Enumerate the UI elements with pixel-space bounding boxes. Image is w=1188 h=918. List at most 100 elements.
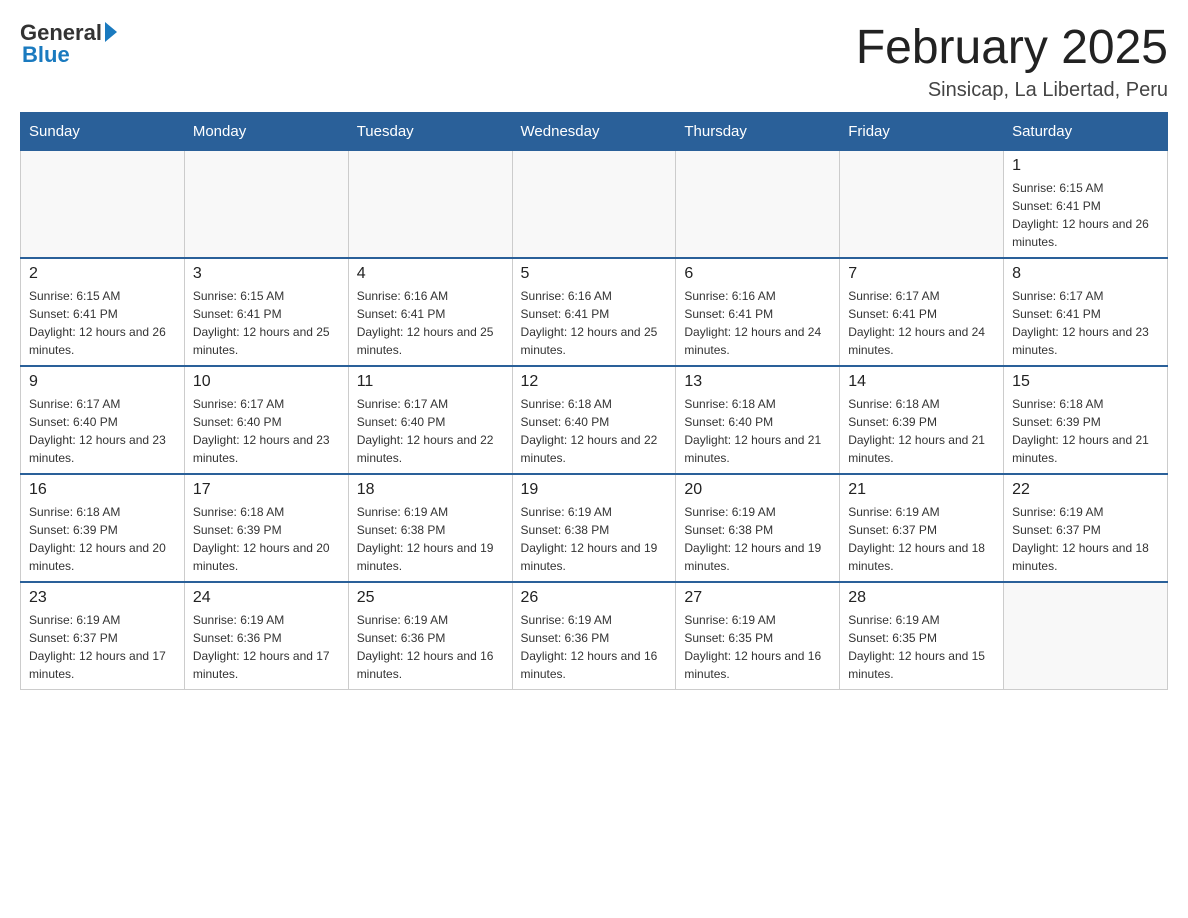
col-friday: Friday: [840, 113, 1004, 151]
day-number: 13: [684, 373, 831, 391]
day-number: 26: [521, 589, 668, 607]
day-info: Sunrise: 6:19 AMSunset: 6:36 PMDaylight:…: [193, 611, 340, 683]
day-info: Sunrise: 6:17 AMSunset: 6:40 PMDaylight:…: [29, 395, 176, 467]
day-number: 9: [29, 373, 176, 391]
table-row: 3 Sunrise: 6:15 AMSunset: 6:41 PMDaylight…: [184, 258, 348, 366]
day-info: Sunrise: 6:19 AMSunset: 6:36 PMDaylight:…: [357, 611, 504, 683]
calendar-table: Sunday Monday Tuesday Wednesday Thursday…: [20, 112, 1168, 690]
day-number: 15: [1012, 373, 1159, 391]
calendar-week-row: 9 Sunrise: 6:17 AMSunset: 6:40 PMDaylight…: [21, 366, 1168, 474]
table-row: 9 Sunrise: 6:17 AMSunset: 6:40 PMDaylight…: [21, 366, 185, 474]
table-row: 17Sunrise: 6:18 AMSunset: 6:39 PMDayligh…: [184, 474, 348, 582]
day-info: Sunrise: 6:19 AMSunset: 6:37 PMDaylight:…: [848, 503, 995, 575]
table-row: 26 Sunrise: 6:19 AMSunset: 6:36 PMDayligh…: [512, 582, 676, 690]
page-header: General Blue February 2025 Sinsicap, La …: [20, 20, 1168, 102]
day-number: 22: [1012, 481, 1159, 499]
day-info: Sunrise: 6:19 AMSunset: 6:38 PMDaylight:…: [684, 503, 831, 575]
day-info: Sunrise: 6:18 AMSunset: 6:40 PMDaylight:…: [521, 395, 668, 467]
calendar-week-row: 2 Sunrise: 6:15 AMSunset: 6:41 PMDaylight…: [21, 258, 1168, 366]
table-row: 10 Sunrise: 6:17 AMSunset: 6:40 PMDayligh…: [184, 366, 348, 474]
day-info: Sunrise: 6:19 AMSunset: 6:35 PMDaylight:…: [848, 611, 995, 683]
day-number: 2: [29, 265, 176, 283]
day-number: 8: [1012, 265, 1159, 283]
day-info: Sunrise: 6:19 AMSunset: 6:37 PMDaylight:…: [29, 611, 176, 683]
col-saturday: Saturday: [1004, 113, 1168, 151]
table-row: 12 Sunrise: 6:18 AMSunset: 6:40 PMDayligh…: [512, 366, 676, 474]
day-number: 20: [684, 481, 831, 499]
day-number: 21: [848, 481, 995, 499]
day-info: Sunrise: 6:19 AMSunset: 6:38 PMDaylight:…: [521, 503, 668, 575]
day-info: Sunrise: 6:15 AMSunset: 6:41 PMDaylight:…: [1012, 179, 1159, 251]
day-info: Sunrise: 6:18 AMSunset: 6:39 PMDaylight:…: [848, 395, 995, 467]
calendar-week-row: 16Sunrise: 6:18 AMSunset: 6:39 PMDayligh…: [21, 474, 1168, 582]
location-subtitle: Sinsicap, La Libertad, Peru: [856, 79, 1168, 102]
table-row: 5 Sunrise: 6:16 AMSunset: 6:41 PMDaylight…: [512, 258, 676, 366]
table-row: 15 Sunrise: 6:18 AMSunset: 6:39 PMDayligh…: [1004, 366, 1168, 474]
table-row: 27 Sunrise: 6:19 AMSunset: 6:35 PMDayligh…: [676, 582, 840, 690]
col-wednesday: Wednesday: [512, 113, 676, 151]
table-row: [184, 151, 348, 259]
day-info: Sunrise: 6:17 AMSunset: 6:41 PMDaylight:…: [848, 287, 995, 359]
col-tuesday: Tuesday: [348, 113, 512, 151]
table-row: 7 Sunrise: 6:17 AMSunset: 6:41 PMDaylight…: [840, 258, 1004, 366]
table-row: 24Sunrise: 6:19 AMSunset: 6:36 PMDayligh…: [184, 582, 348, 690]
day-number: 23: [29, 589, 176, 607]
day-number: 4: [357, 265, 504, 283]
col-thursday: Thursday: [676, 113, 840, 151]
table-row: 19Sunrise: 6:19 AMSunset: 6:38 PMDayligh…: [512, 474, 676, 582]
table-row: 6 Sunrise: 6:16 AMSunset: 6:41 PMDaylight…: [676, 258, 840, 366]
day-info: Sunrise: 6:16 AMSunset: 6:41 PMDaylight:…: [521, 287, 668, 359]
day-info: Sunrise: 6:15 AMSunset: 6:41 PMDaylight:…: [193, 287, 340, 359]
day-info: Sunrise: 6:19 AMSunset: 6:36 PMDaylight:…: [521, 611, 668, 683]
day-number: 25: [357, 589, 504, 607]
day-info: Sunrise: 6:16 AMSunset: 6:41 PMDaylight:…: [684, 287, 831, 359]
day-info: Sunrise: 6:18 AMSunset: 6:39 PMDaylight:…: [1012, 395, 1159, 467]
day-number: 3: [193, 265, 340, 283]
day-number: 18: [357, 481, 504, 499]
day-info: Sunrise: 6:17 AMSunset: 6:40 PMDaylight:…: [357, 395, 504, 467]
table-row: 2 Sunrise: 6:15 AMSunset: 6:41 PMDaylight…: [21, 258, 185, 366]
day-info: Sunrise: 6:18 AMSunset: 6:40 PMDaylight:…: [684, 395, 831, 467]
day-number: 1: [1012, 157, 1159, 175]
table-row: 14 Sunrise: 6:18 AMSunset: 6:39 PMDayligh…: [840, 366, 1004, 474]
table-row: [348, 151, 512, 259]
month-title: February 2025: [856, 20, 1168, 75]
day-number: 7: [848, 265, 995, 283]
day-number: 6: [684, 265, 831, 283]
logo-arrow-icon: [105, 22, 117, 42]
day-info: Sunrise: 6:16 AMSunset: 6:41 PMDaylight:…: [357, 287, 504, 359]
day-number: 5: [521, 265, 668, 283]
day-number: 17: [193, 481, 340, 499]
table-row: 25 Sunrise: 6:19 AMSunset: 6:36 PMDayligh…: [348, 582, 512, 690]
table-row: 8 Sunrise: 6:17 AMSunset: 6:41 PMDaylight…: [1004, 258, 1168, 366]
logo: General Blue: [20, 20, 117, 68]
table-row: 18 Sunrise: 6:19 AMSunset: 6:38 PMDayligh…: [348, 474, 512, 582]
day-number: 28: [848, 589, 995, 607]
day-number: 14: [848, 373, 995, 391]
table-row: 1 Sunrise: 6:15 AMSunset: 6:41 PMDaylight…: [1004, 151, 1168, 259]
table-row: 22 Sunrise: 6:19 AMSunset: 6:37 PMDayligh…: [1004, 474, 1168, 582]
table-row: 21 Sunrise: 6:19 AMSunset: 6:37 PMDayligh…: [840, 474, 1004, 582]
day-number: 12: [521, 373, 668, 391]
day-info: Sunrise: 6:19 AMSunset: 6:37 PMDaylight:…: [1012, 503, 1159, 575]
table-row: 23 Sunrise: 6:19 AMSunset: 6:37 PMDayligh…: [21, 582, 185, 690]
day-info: Sunrise: 6:18 AMSunset: 6:39 PMDaylight:…: [29, 503, 176, 575]
day-number: 10: [193, 373, 340, 391]
table-row: [676, 151, 840, 259]
calendar-week-row: 1 Sunrise: 6:15 AMSunset: 6:41 PMDaylight…: [21, 151, 1168, 259]
table-row: 11 Sunrise: 6:17 AMSunset: 6:40 PMDayligh…: [348, 366, 512, 474]
day-info: Sunrise: 6:17 AMSunset: 6:41 PMDaylight:…: [1012, 287, 1159, 359]
title-area: February 2025 Sinsicap, La Libertad, Per…: [856, 20, 1168, 102]
table-row: 20 Sunrise: 6:19 AMSunset: 6:38 PMDayligh…: [676, 474, 840, 582]
day-info: Sunrise: 6:17 AMSunset: 6:40 PMDaylight:…: [193, 395, 340, 467]
col-monday: Monday: [184, 113, 348, 151]
logo-blue-label: Blue: [22, 42, 70, 68]
day-number: 27: [684, 589, 831, 607]
day-info: Sunrise: 6:15 AMSunset: 6:41 PMDaylight:…: [29, 287, 176, 359]
day-info: Sunrise: 6:19 AMSunset: 6:38 PMDaylight:…: [357, 503, 504, 575]
table-row: [840, 151, 1004, 259]
day-info: Sunrise: 6:19 AMSunset: 6:35 PMDaylight:…: [684, 611, 831, 683]
table-row: [21, 151, 185, 259]
table-row: [1004, 582, 1168, 690]
day-number: 11: [357, 373, 504, 391]
